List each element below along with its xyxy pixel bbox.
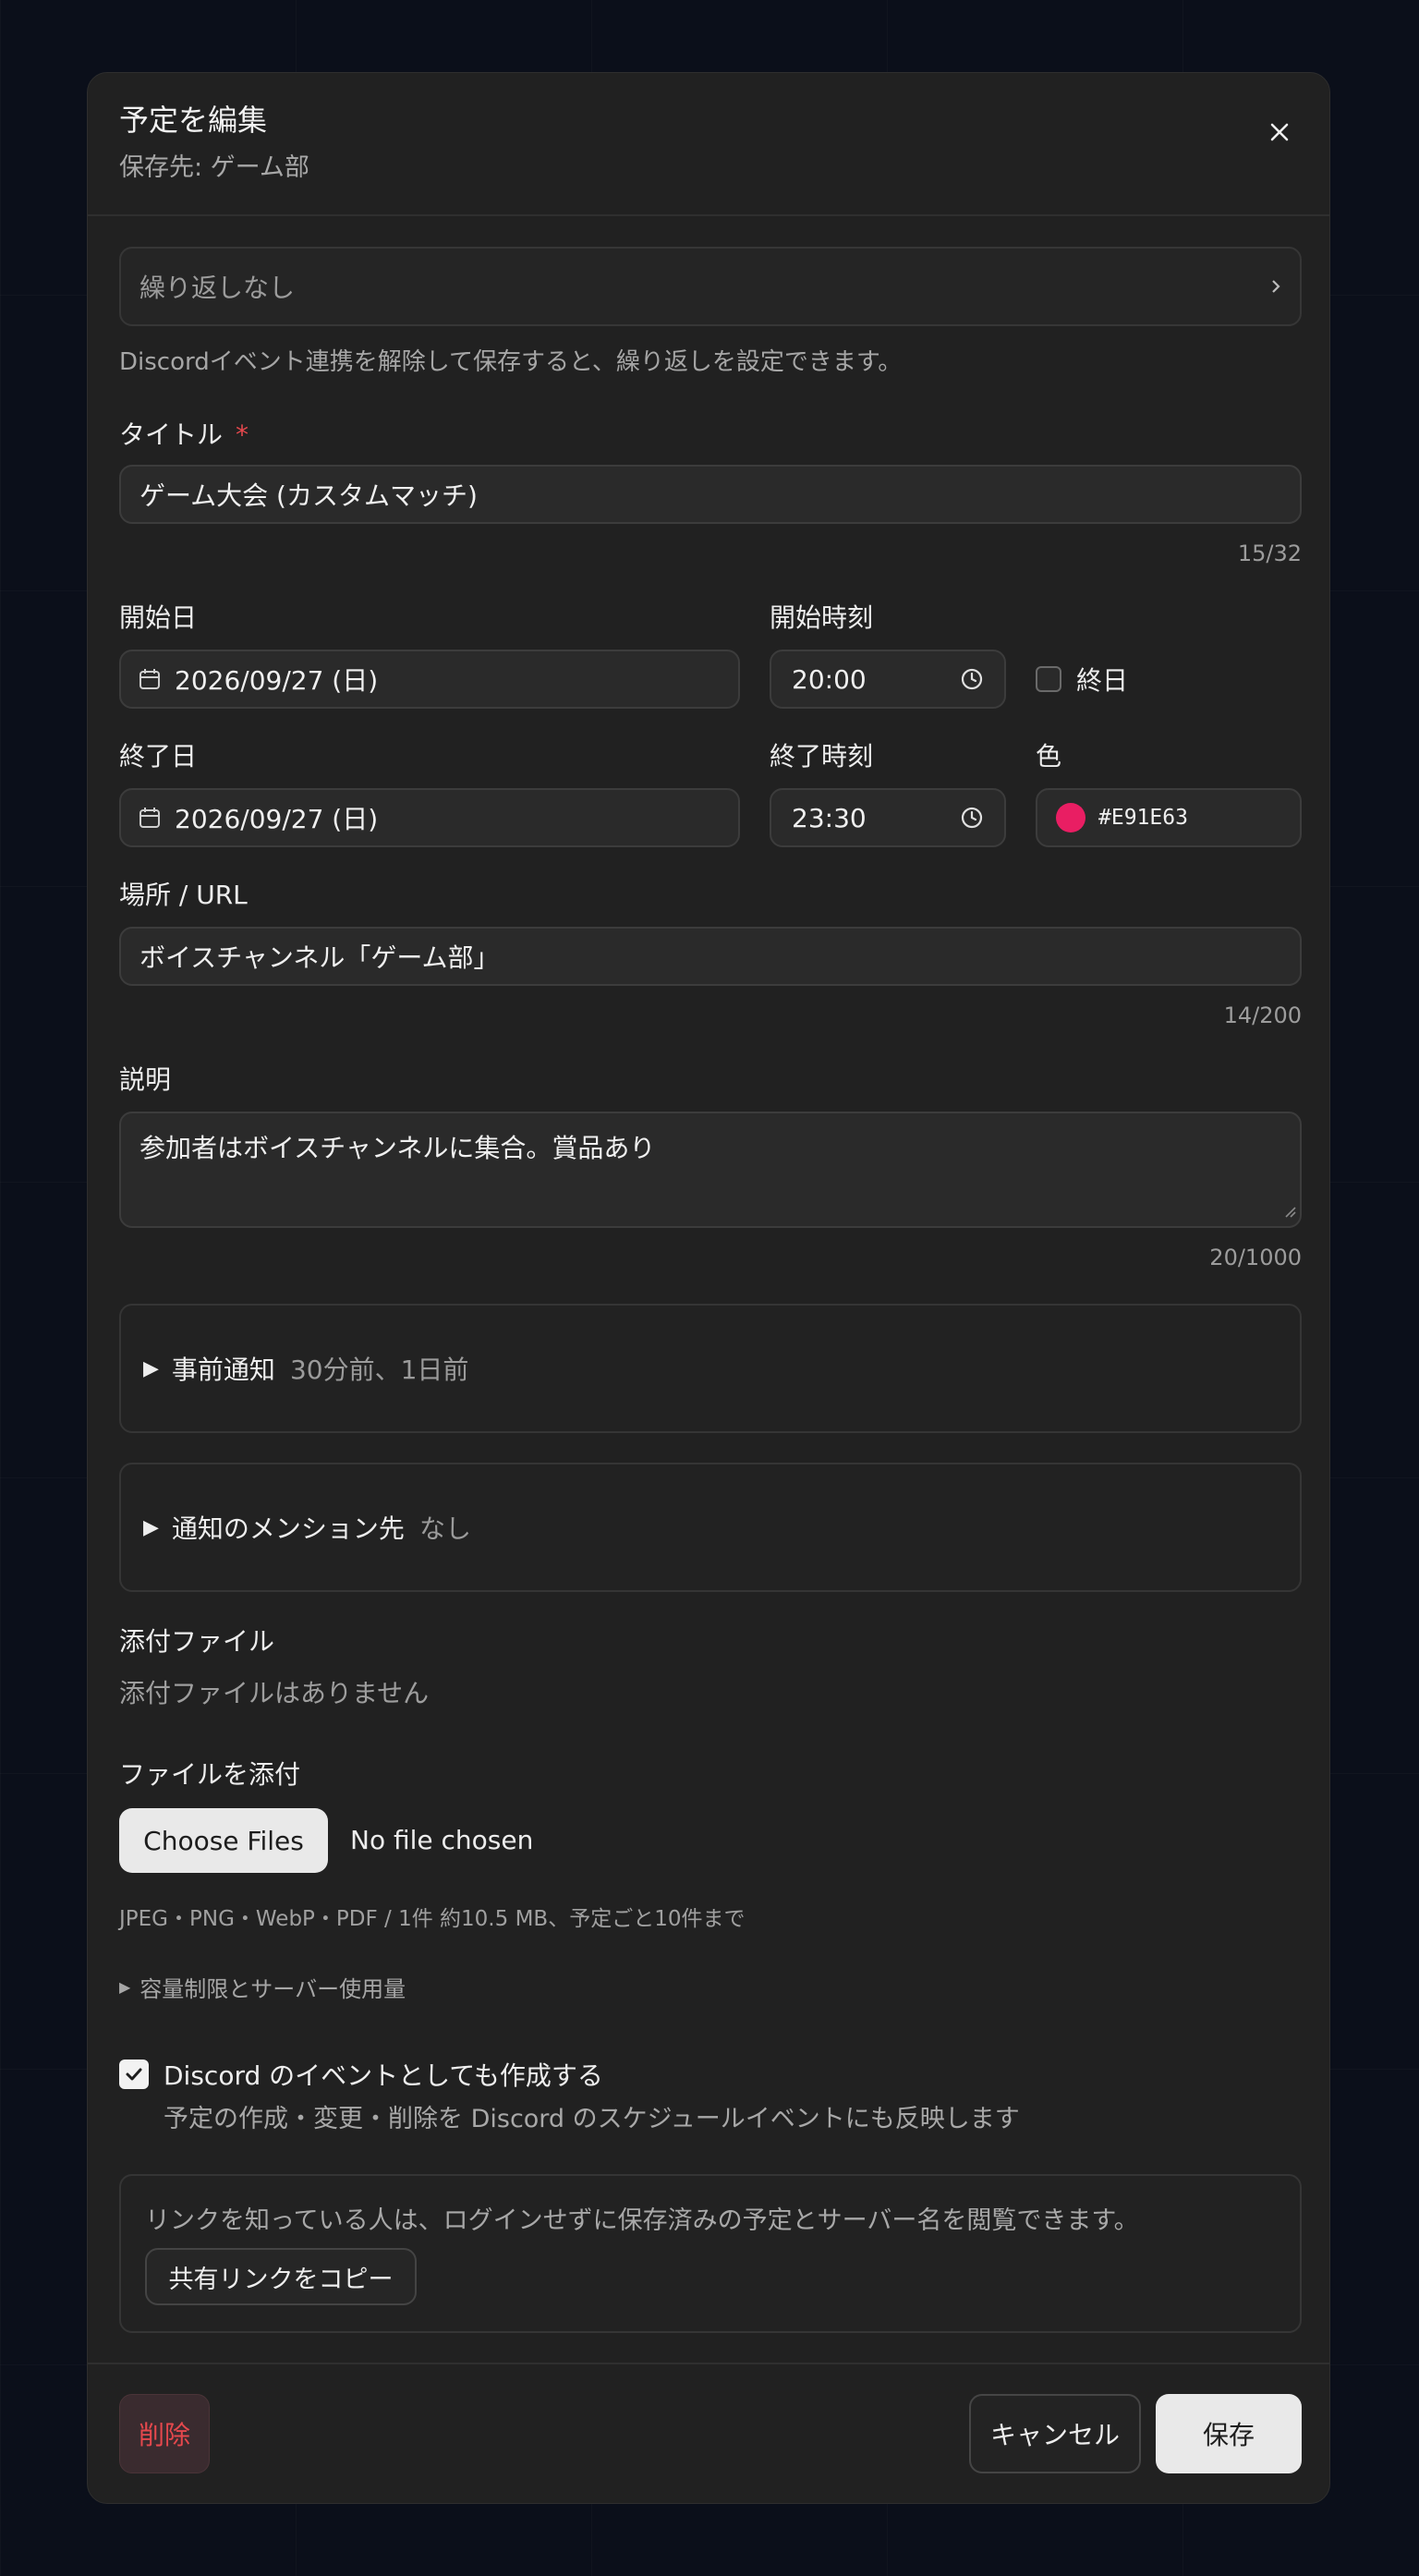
discord-checkbox-label: Discord のイベントとしても作成する [164,2060,603,2091]
recurrence-hint: Discordイベント連携を解除して保存すると、繰り返しを設定できます。 [119,348,903,376]
color-picker[interactable]: #E91E63 [1036,788,1302,847]
end-date-value: 2026/09/27 (日) [175,804,379,834]
start-time-input[interactable]: 20:00 [770,650,1006,709]
discord-event-toggle[interactable]: Discord のイベントとしても作成する [119,2056,603,2093]
end-date-input[interactable]: 2026/09/27 (日) [119,788,740,847]
end-date-label: 終了日 [119,741,198,772]
quota-toggle-label: 容量制限とサーバー使用量 [139,1976,406,2002]
quota-toggle[interactable]: ▶ 容量制限とサーバー使用量 [119,1971,406,2003]
discord-description: 予定の作成・変更・削除を Discord のスケジュールイベントにも反映します [164,2105,1020,2133]
calendar-icon [138,667,162,691]
dialog-subtitle: 保存先: ゲーム部 [119,153,309,182]
chevron-right-icon [1270,278,1281,295]
end-time-value: 23:30 [792,802,867,833]
mentions-label: 通知のメンション先 [171,1513,405,1544]
start-time-label: 開始時刻 [770,602,874,633]
reminders-value: 30分前、1日前 [289,1355,469,1385]
color-swatch [1056,803,1085,832]
upload-hint: JPEG・PNG・WebP・PDF / 1件 約10.5 MB、予定ごと10件ま… [119,1907,746,1931]
color-label: 色 [1036,741,1062,772]
mentions-section: ▶ 通知のメンション先 なし [119,1463,1302,1592]
location-counter: 14/200 [1223,1002,1302,1028]
close-button[interactable] [1259,112,1300,152]
copy-share-link-button[interactable]: 共有リンクをコピー [145,2248,417,2305]
edit-event-dialog: 予定を編集 保存先: ゲーム部 繰り返しなし Discordイベント連携を解除し… [87,72,1330,2504]
allday-toggle[interactable]: 終日 [1036,659,1128,699]
mentions-value: なし [418,1513,471,1544]
location-value: ボイスチャンネル「ゲーム部」 [139,942,500,973]
calendar-icon [138,806,162,830]
mentions-summary[interactable]: ▶ 通知のメンション先 なし [143,1464,471,1590]
attachments-label: 添付ファイル [119,1626,275,1657]
clock-icon [960,667,984,691]
reminders-summary[interactable]: ▶ 事前通知 30分前、1日前 [143,1306,468,1431]
title-label-text: タイトル [119,419,224,450]
description-textarea[interactable]: 参加者はボイスチャンネルに集合。賞品あり [119,1112,1302,1228]
upload-label: ファイルを添付 [119,1759,301,1790]
checkmark-icon [126,2068,142,2081]
required-mark: * [236,419,249,450]
end-time-input[interactable]: 23:30 [770,788,1006,847]
resize-handle-icon[interactable] [1283,1194,1296,1224]
description-counter: 20/1000 [1209,1245,1302,1270]
location-input[interactable]: ボイスチャンネル「ゲーム部」 [119,927,1302,986]
triangle-right-icon: ▶ [143,1356,159,1380]
recurrence-select[interactable]: 繰り返しなし [119,247,1302,326]
location-label: 場所 / URL [119,880,248,910]
reminders-section: ▶ 事前通知 30分前、1日前 [119,1304,1302,1433]
color-value: #E91E63 [1098,806,1188,830]
allday-label: 終日 [1076,665,1129,696]
reminders-label: 事前通知 [171,1355,275,1385]
share-text: リンクを知っている人は、ログインせずに保存済みの予定とサーバー名を閲覧できます。 [145,2206,1139,2235]
delete-button[interactable]: 削除 [119,2394,210,2473]
allday-checkbox[interactable] [1036,666,1061,692]
start-date-value: 2026/09/27 (日) [175,665,379,696]
triangle-right-icon: ▶ [143,1515,159,1539]
no-file-text: No file chosen [350,1825,534,1855]
share-section: リンクを知っている人は、ログインせずに保存済みの予定とサーバー名を閲覧できます。… [119,2174,1302,2333]
start-date-label: 開始日 [119,602,198,633]
title-input[interactable]: ゲーム大会 (カスタムマッチ) [119,465,1302,524]
start-time-value: 20:00 [792,663,867,695]
recurrence-value: 繰り返しなし [139,273,296,303]
end-time-label: 終了時刻 [770,741,874,772]
cancel-button[interactable]: キャンセル [969,2394,1141,2473]
discord-checkbox[interactable] [119,2060,149,2089]
dialog-title: 予定を編集 [119,103,268,138]
title-counter: 15/32 [1237,541,1302,566]
header-divider [88,214,1329,216]
start-date-input[interactable]: 2026/09/27 (日) [119,650,740,709]
choose-files-button[interactable]: Choose Files [119,1808,328,1873]
close-icon [1268,121,1291,143]
clock-icon [960,806,984,830]
attachments-empty: 添付ファイルはありません [119,1678,430,1708]
description-label: 説明 [119,1064,172,1095]
footer-divider [88,2363,1329,2364]
title-label: タイトル * [119,415,249,452]
save-button[interactable]: 保存 [1156,2394,1302,2473]
triangle-right-icon: ▶ [119,1978,131,1996]
description-value: 参加者はボイスチャンネルに集合。賞品あり [139,1133,656,1163]
title-input-value: ゲーム大会 (カスタムマッチ) [139,480,478,511]
